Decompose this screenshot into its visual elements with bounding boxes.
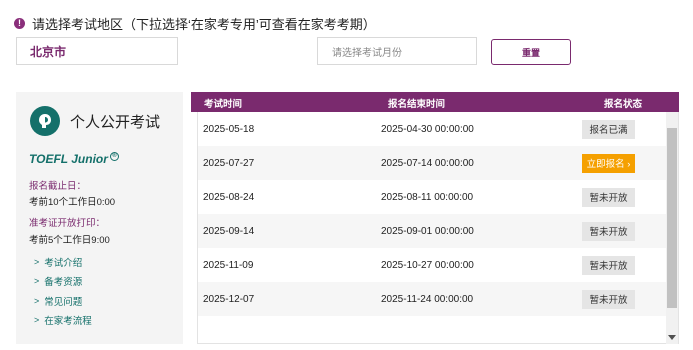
- exam-name-text: TOEFL Junior: [29, 152, 108, 166]
- link-label: 考试介绍: [44, 257, 83, 269]
- status-badge: 暂未开放: [582, 187, 635, 207]
- status-badge: 暂未开放: [582, 221, 635, 241]
- registration-end-cell: 2025-08-11 00:00:00: [381, 191, 474, 203]
- ticket-value: 考前5个工作日9:00: [29, 235, 110, 246]
- status-badge: 暂未开放: [582, 255, 635, 275]
- link-prep-resources[interactable]: > 备考资源: [34, 272, 92, 292]
- registration-end-cell: 2025-11-24 00:00:00: [381, 293, 474, 305]
- exam-name: TOEFL Junior ®: [29, 151, 119, 166]
- link-label: 备考资源: [44, 277, 83, 289]
- table-row: 2025-05-18 2025-04-30 00:00:00 报名已满: [198, 112, 666, 146]
- table-row: 2025-11-09 2025-10-27 00:00:00 暂未开放: [198, 248, 666, 282]
- exam-date-cell: 2025-09-14: [203, 225, 255, 237]
- link-label: 常见问题: [44, 296, 83, 308]
- register-now-button[interactable]: 立即报名 ›: [582, 153, 635, 173]
- registration-end-cell: 2025-09-01 00:00:00: [381, 225, 474, 237]
- scroll-down-arrow-icon[interactable]: [668, 335, 676, 340]
- status-badge: 报名已满: [582, 119, 635, 139]
- month-select[interactable]: 请选择考试月份: [317, 37, 477, 65]
- deadline-label: 报名截止日：: [29, 181, 87, 192]
- exam-type-title: 个人公开考试: [70, 113, 161, 131]
- scrollbar-thumb[interactable]: [667, 128, 677, 308]
- city-select-value: 北京市: [30, 44, 67, 59]
- link-faq[interactable]: > 常见问题: [34, 291, 92, 311]
- table-row: 2025-07-27 2025-07-14 00:00:00 立即报名 ›: [198, 146, 666, 180]
- reset-button[interactable]: 重置: [491, 39, 571, 65]
- table-row: 2025-08-24 2025-08-11 00:00:00 暂未开放: [198, 180, 666, 214]
- header-exam-date: 考试时间: [204, 99, 243, 110]
- exam-date-cell: 2025-05-18: [203, 123, 255, 135]
- table-row: 2025-09-14 2025-09-01 00:00:00 暂未开放: [198, 214, 666, 248]
- city-select[interactable]: 北京市: [16, 37, 178, 65]
- side-links: > 考试介绍 > 备考资源 > 常见问题 > 在家考流程: [34, 252, 92, 330]
- region-prompt: ! 请选择考试地区（下拉选择‘在家考专用’可查看在家考考期）: [14, 14, 376, 33]
- status-badge: 暂未开放: [582, 289, 635, 309]
- exam-header: 个人公开考试: [30, 106, 160, 136]
- table-header: 考试时间 报名结束时间 报名状态: [191, 92, 679, 112]
- header-registration-end: 报名结束时间: [388, 99, 446, 110]
- chevron-right-icon: >: [34, 315, 40, 326]
- exam-schedule-table: 考试时间 报名结束时间 报名状态 2025-05-18 2025-04-30 0…: [191, 92, 679, 344]
- exam-date-cell: 2025-08-24: [203, 191, 255, 203]
- link-label: 在家考流程: [44, 316, 92, 328]
- link-exam-intro[interactable]: > 考试介绍: [34, 252, 92, 272]
- registration-end-cell: 2025-10-27 00:00:00: [381, 259, 474, 271]
- registration-end-cell: 2025-04-30 00:00:00: [381, 123, 474, 135]
- header-registration-status: 报名状态: [604, 99, 643, 110]
- deadline-value: 考前10个工作日0:00: [29, 197, 116, 208]
- month-select-placeholder: 请选择考试月份: [332, 47, 402, 59]
- table-scrollbar[interactable]: [666, 112, 678, 344]
- chevron-right-icon: >: [34, 295, 40, 306]
- exam-info-panel: 个人公开考试 TOEFL Junior ® 报名截止日： 考前10个工作日0:0…: [16, 92, 183, 344]
- exam-logo-icon: [30, 106, 60, 136]
- exam-date-cell: 2025-12-07: [203, 293, 255, 305]
- exam-date-cell: 2025-07-27: [203, 157, 255, 169]
- ticket-label: 准考证开放打印：: [29, 218, 106, 229]
- link-home-exam-process[interactable]: > 在家考流程: [34, 311, 92, 331]
- chevron-right-icon: >: [34, 256, 40, 267]
- table-row: 2025-12-07 2025-11-24 00:00:00 暂未开放: [198, 282, 666, 316]
- registered-mark-icon: ®: [109, 151, 119, 161]
- registration-end-cell: 2025-07-14 00:00:00: [381, 157, 474, 169]
- exam-date-cell: 2025-11-09: [203, 259, 254, 271]
- chevron-right-icon: >: [34, 276, 40, 287]
- region-prompt-text: 请选择考试地区（下拉选择‘在家考专用’可查看在家考考期）: [32, 17, 376, 32]
- warning-icon: !: [14, 18, 25, 29]
